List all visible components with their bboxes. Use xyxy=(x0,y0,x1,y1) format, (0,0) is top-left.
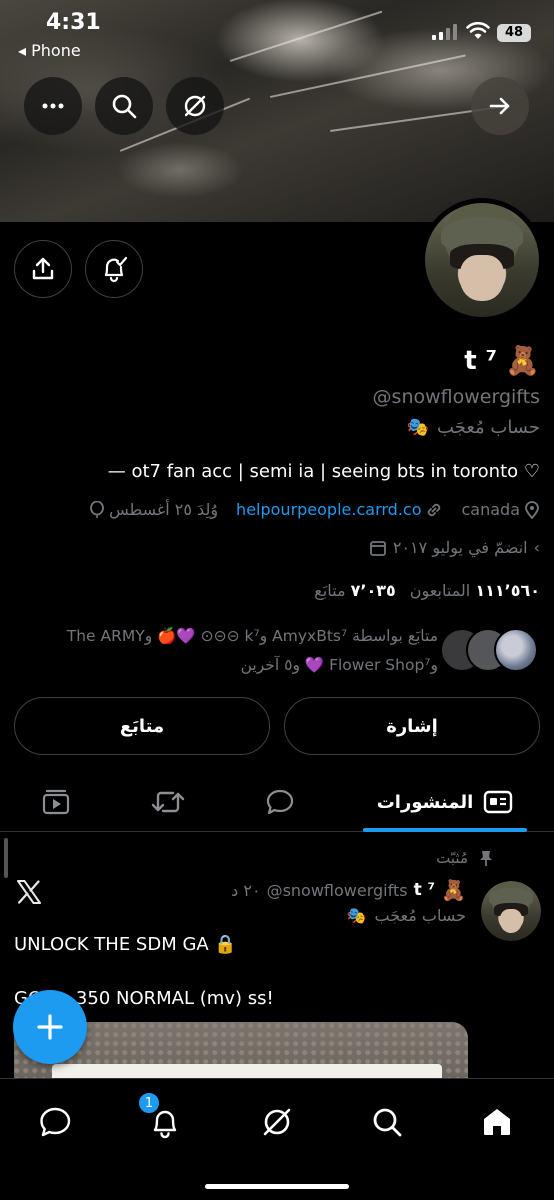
arrow-right-icon xyxy=(489,97,510,115)
parody-mask-icon: 🎭 xyxy=(406,417,430,438)
repost-icon xyxy=(151,791,185,813)
notifications-toggle-button[interactable] xyxy=(85,240,143,298)
parody-mask-icon: 🎭 xyxy=(346,906,367,925)
location-text: canada xyxy=(461,500,520,519)
reply-bubble-icon xyxy=(266,789,294,815)
profile-meta: وُلِدَ ٢٥ أغسطس helpourpeople.carrd.co c… xyxy=(89,500,540,519)
followed-by-text[interactable]: متابَع بواسطة AmyxBts⁷ وk⁷ ⊝⊝⊙ 💜🍎 وThe A… xyxy=(18,622,438,680)
follow-stats: ٧٬٠٣٥ متابَع ١١١٬٥٦٠ المتابعون xyxy=(314,581,540,600)
compose-post-button[interactable] xyxy=(13,990,87,1064)
active-tab-indicator xyxy=(363,828,527,832)
notifications-badge: 1 xyxy=(137,1091,161,1115)
nav-home[interactable] xyxy=(470,1095,524,1149)
post-author-emoji: 🧸 xyxy=(441,878,466,902)
profile-avatar[interactable] xyxy=(420,198,544,322)
more-options-button[interactable] xyxy=(24,77,82,135)
pin-icon xyxy=(480,851,492,866)
following-button[interactable]: متابَع xyxy=(14,697,270,755)
teddy-bear-emoji: 🧸 xyxy=(505,344,540,377)
tab-posts-label: المنشورات xyxy=(376,791,474,813)
birthday-item: وُلِدَ ٢٥ أغسطس xyxy=(89,500,218,519)
nav-messages[interactable] xyxy=(28,1095,82,1149)
parody-label-text: حساب مُعجَب xyxy=(437,417,540,438)
post-author-avatar[interactable] xyxy=(481,881,541,941)
calendar-icon xyxy=(369,540,386,556)
search-icon xyxy=(112,94,137,119)
profile-handle: @snowflowergifts xyxy=(372,386,540,408)
balloon-icon xyxy=(90,500,104,518)
display-name: t ⁷ xyxy=(464,345,498,376)
bottom-navigation: 1 xyxy=(0,1078,554,1200)
battery-indicator: 48 xyxy=(497,24,531,42)
grok-button[interactable] xyxy=(166,77,224,135)
post-parody-label: 🎭 حساب مُعجَب xyxy=(347,906,466,925)
pinned-label: مُثبّت xyxy=(436,849,494,867)
location-pin-icon xyxy=(525,500,539,519)
location-item: canada xyxy=(461,500,540,519)
share-icon xyxy=(32,257,54,280)
home-indicator xyxy=(205,1184,349,1189)
display-name-row: t ⁷ 🧸 xyxy=(464,344,540,377)
tab-replies[interactable] xyxy=(250,772,310,832)
chat-bubble-icon xyxy=(40,1107,71,1137)
plus-icon xyxy=(37,1014,63,1040)
tab-posts[interactable]: المنشورات xyxy=(363,772,527,832)
joined-text: انضمّ في يوليو ٢٠١٧ xyxy=(392,538,528,557)
search-icon xyxy=(373,1108,402,1137)
cellular-signal-icon xyxy=(432,24,457,40)
nav-search[interactable] xyxy=(360,1095,414,1149)
profile-tabs: المنشورات xyxy=(0,772,554,832)
home-icon xyxy=(484,1109,510,1135)
grok-icon xyxy=(184,95,206,117)
grok-icon xyxy=(263,1108,291,1136)
post-text-line: UNLOCK THE SDM GA 🔒 xyxy=(14,934,237,955)
follower-avatar xyxy=(494,628,538,672)
joined-date: انضمّ في يوليو ٢٠١٧ ‹ xyxy=(369,538,540,557)
back-button[interactable] xyxy=(471,77,529,135)
following-stat[interactable]: ٧٬٠٣٥ متابَع xyxy=(314,581,395,600)
bell-check-icon xyxy=(104,256,128,283)
birthday-text: وُلِدَ ٢٥ أغسطس xyxy=(109,500,219,519)
chevron-left-icon[interactable]: ‹ xyxy=(534,538,540,557)
followers-count: ١١١٬٥٦٠ xyxy=(475,581,540,600)
website-item[interactable]: helpourpeople.carrd.co xyxy=(236,500,443,519)
post-author-name[interactable]: t ⁷ xyxy=(414,880,436,900)
scroll-indicator xyxy=(4,838,8,878)
search-profile-button[interactable] xyxy=(95,77,153,135)
post-time: ٢٠ د xyxy=(231,880,261,900)
post-parody-text: حساب مُعجَب xyxy=(374,906,466,925)
post-author-handle: @snowflowergifts xyxy=(266,880,408,900)
wifi-icon xyxy=(466,22,490,39)
pinned-text: مُثبّت xyxy=(436,849,468,867)
media-icon xyxy=(42,789,70,815)
x-logo-icon xyxy=(17,880,41,904)
posts-icon xyxy=(484,790,513,814)
website-link[interactable]: helpourpeople.carrd.co xyxy=(236,500,421,519)
following-label: متابَع xyxy=(314,581,346,600)
share-profile-button[interactable] xyxy=(14,240,72,298)
following-count: ٧٬٠٣٥ xyxy=(350,581,396,600)
followers-stat[interactable]: ١١١٬٥٦٠ المتابعون xyxy=(410,581,540,600)
mention-button[interactable]: إشارة xyxy=(284,697,540,755)
parody-label: 🎭 حساب مُعجَب xyxy=(407,417,540,438)
nav-grok[interactable] xyxy=(250,1095,304,1149)
more-dots-icon xyxy=(42,103,64,109)
post-header: ٢٠ د @snowflowergifts t ⁷ 🧸 xyxy=(231,878,466,902)
status-time: 4:31 xyxy=(46,10,101,35)
tab-media[interactable] xyxy=(26,772,86,832)
tab-reposts[interactable] xyxy=(138,772,198,832)
link-icon xyxy=(428,503,441,516)
profile-bio: — ot7 fan acc | semi ia | seeing bts in … xyxy=(107,461,540,482)
back-to-app-link[interactable]: ◂ Phone xyxy=(18,41,81,60)
status-bar: 4:31 ◂ Phone 48 xyxy=(0,0,554,70)
followers-label: المتابعون xyxy=(409,581,471,600)
